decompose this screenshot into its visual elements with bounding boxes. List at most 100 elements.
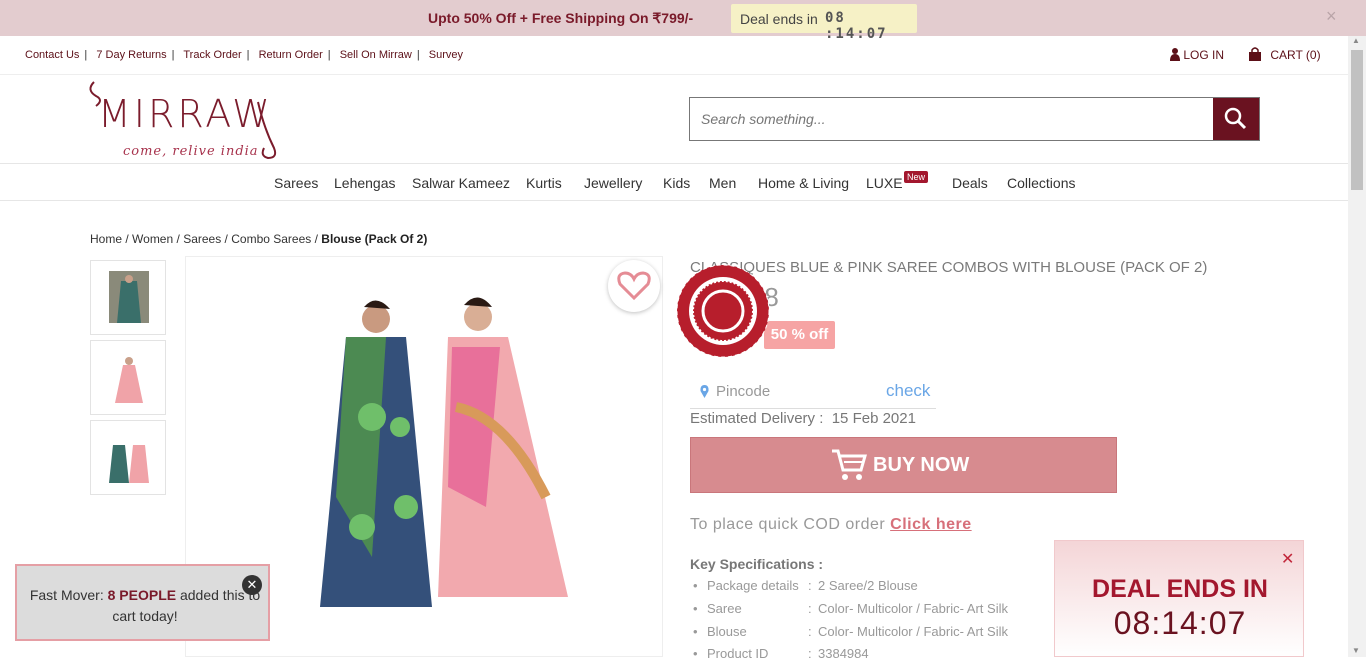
fast-mover-prefix: Fast Mover: [29, 587, 104, 603]
thumbnail-3[interactable] [90, 420, 166, 495]
spec-key: Package details [707, 578, 799, 593]
breadcrumb-sarees[interactable]: Sarees [183, 232, 221, 246]
spec-colon: : [808, 601, 812, 616]
shopping-bag-icon [1249, 47, 1261, 61]
deal-countdown: Deal ends in 08 :14:07 [731, 4, 917, 42]
scroll-down-icon[interactable]: ▼ [1352, 646, 1360, 655]
logo-tagline: come, relive india [123, 144, 259, 159]
breadcrumb-combo[interactable]: Combo Sarees [231, 232, 311, 246]
search-input[interactable] [690, 98, 1213, 140]
discount-badge: 50 % off [764, 321, 835, 349]
nav-luxe[interactable]: LUXE [866, 175, 903, 191]
thumbnail-image [109, 431, 149, 483]
cod-text: To place quick COD order [690, 516, 886, 533]
nav-lehengas[interactable]: Lehengas [334, 175, 396, 191]
spec-value: 2 Saree/2 Blouse [818, 578, 918, 593]
separator: | [327, 49, 331, 61]
location-pin-icon [700, 385, 709, 398]
spec-row: • Saree: Color- Multicolor / Fabric- Art S… [693, 601, 1008, 616]
returns-link[interactable]: 7 Day Returns [96, 49, 166, 61]
heart-icon [617, 271, 651, 301]
pincode-input[interactable]: Pincode [716, 383, 770, 400]
sell-link[interactable]: Sell On Mirraw [340, 49, 412, 61]
loading-spinner-icon [676, 264, 770, 358]
mirraw-logo[interactable]: MIRRAW come, relive india [88, 78, 278, 162]
survey-link[interactable]: Survey [429, 49, 463, 61]
thumbnail-image [109, 351, 149, 403]
nav-deals[interactable]: Deals [952, 175, 988, 191]
separator: | [416, 49, 420, 61]
page-scrollbar[interactable]: ▲ ▼ [1348, 36, 1366, 657]
nav-home-living[interactable]: Home & Living [758, 175, 849, 191]
spec-colon: : [808, 646, 812, 661]
new-badge: New [904, 171, 929, 183]
spec-key: Saree [707, 601, 742, 616]
user-icon [1170, 48, 1180, 61]
separator: | [171, 49, 175, 61]
cart-link[interactable]: CART (0) [1248, 47, 1321, 62]
close-icon[interactable]: ✕ [242, 575, 262, 595]
spec-row: • Product ID:3384984 [693, 646, 869, 661]
breadcrumb-home[interactable]: Home [90, 232, 122, 246]
utility-bar: Contact Us | 7 Day Returns | Track Order | … [0, 36, 1348, 75]
fast-mover-popup: Fast Mover: 8 PEOPLE added this to cart … [15, 564, 270, 641]
contact-us-link[interactable]: Contact Us [25, 49, 79, 61]
deal-ends-popup: ✕ DEAL ENDS IN 08:14:07 [1054, 540, 1304, 657]
spec-value: Color- Multicolor / Fabric- Art Silk [818, 601, 1008, 616]
breadcrumb-current: Blouse (Pack Of 2) [321, 232, 428, 246]
buy-now-button[interactable]: BUY NOW [690, 437, 1117, 493]
spec-key: Blouse [707, 624, 747, 639]
wishlist-button[interactable] [608, 260, 660, 312]
nav-collections[interactable]: Collections [1007, 175, 1075, 191]
promo-text: Upto 50% Off + Free Shipping On ₹799/- [428, 10, 694, 26]
breadcrumb-women[interactable]: Women [132, 232, 173, 246]
specs-heading: Key Specifications : [690, 556, 824, 572]
deal-popup-timer: 08:14:07 [1113, 605, 1247, 641]
buy-now-label: BUY NOW [873, 454, 970, 476]
cod-line: To place quick COD order Click here [690, 516, 972, 534]
fast-mover-text: Fast Mover: 8 PEOPLE added this to cart … [25, 585, 265, 627]
thumbnail-2[interactable] [90, 340, 166, 415]
track-order-link[interactable]: Track Order [183, 49, 241, 61]
utility-links: Contact Us | 7 Day Returns | Track Order | … [25, 49, 468, 61]
breadcrumb: Home / Women / Sarees / Combo Sarees / B… [90, 232, 428, 246]
nav-kurtis[interactable]: Kurtis [526, 175, 562, 191]
pincode-check-button[interactable]: check [886, 381, 930, 401]
fast-mover-count: 8 PEOPLE [107, 587, 177, 603]
cod-link[interactable]: Click here [890, 516, 971, 533]
nav-sarees[interactable]: Sarees [274, 175, 318, 191]
close-icon[interactable]: ✕ [1281, 549, 1294, 569]
spec-value: Color- Multicolor / Fabric- Art Silk [818, 624, 1008, 639]
search-bar [689, 97, 1260, 141]
delivery-label: Estimated Delivery : [690, 410, 824, 427]
spec-row: • Package details:2 Saree/2 Blouse [693, 578, 918, 593]
spec-value: 3384984 [818, 646, 869, 661]
separator: | [246, 49, 250, 61]
thumbnail-1[interactable] [90, 260, 166, 335]
logo-wordmark: MIRRAW [98, 92, 273, 136]
login-label: LOG IN [1183, 48, 1225, 62]
separator: | [84, 49, 88, 61]
deal-label: Deal ends in [740, 11, 818, 27]
nav-kids[interactable]: Kids [663, 175, 690, 191]
promo-close-icon[interactable]: × [1326, 6, 1337, 27]
search-icon [1224, 107, 1247, 130]
login-link[interactable]: LOG IN [1170, 47, 1224, 62]
scroll-up-icon[interactable]: ▲ [1352, 36, 1360, 45]
main-nav: Sarees Lehengas Salwar Kameez Kurtis Jew… [0, 163, 1348, 201]
spec-colon: : [808, 624, 812, 639]
estimated-delivery: Estimated Delivery : 15 Feb 2021 [690, 410, 916, 427]
spec-colon: : [808, 578, 812, 593]
nav-men[interactable]: Men [709, 175, 736, 191]
nav-jewellery[interactable]: Jewellery [584, 175, 642, 191]
spec-key: Product ID [707, 646, 769, 661]
return-order-link[interactable]: Return Order [259, 49, 323, 61]
scrollbar-thumb[interactable] [1351, 50, 1363, 190]
promo-bar: Upto 50% Off + Free Shipping On ₹799/- D… [0, 0, 1366, 42]
nav-salwar-kameez[interactable]: Salwar Kameez [412, 175, 510, 191]
search-button[interactable] [1213, 98, 1259, 140]
deal-popup-title: DEAL ENDS IN [1092, 575, 1268, 603]
delivery-date: 15 Feb 2021 [831, 410, 916, 427]
pincode-row: Pincode check [690, 375, 936, 409]
spec-row: • Blouse: Color- Multicolor / Fabric- Art … [693, 624, 1008, 639]
